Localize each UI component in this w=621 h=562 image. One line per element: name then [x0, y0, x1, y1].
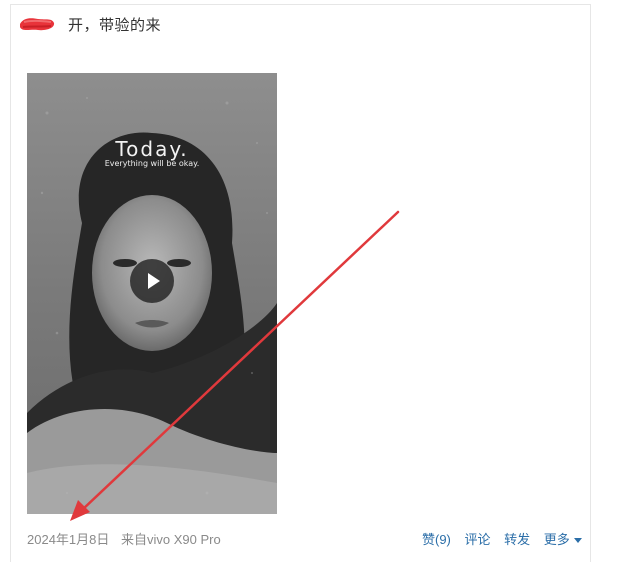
post-meta: 2024年1月8日 来自vivo X90 Pro [27, 529, 229, 548]
redacted-username [20, 18, 55, 31]
more-button[interactable]: 更多 [544, 529, 582, 548]
play-button[interactable] [130, 259, 174, 303]
more-label: 更多 [543, 532, 570, 547]
video-overlay-title: Today. [115, 137, 189, 161]
like-button[interactable]: 赞(9) [422, 529, 451, 548]
post-source: 来自vivo X90 Pro [121, 532, 221, 547]
play-icon [148, 273, 160, 289]
page: 开，带验的来 Today. Everything will be okay. 2… [0, 0, 621, 562]
post-actions: 赞(9) 评论 转发 更多 [422, 529, 592, 548]
post-text: 开，带验的来 [68, 17, 162, 34]
chevron-down-icon [573, 538, 582, 544]
repost-button[interactable]: 转发 [504, 529, 530, 548]
video-overlay-subtitle: Everything will be okay. [104, 159, 200, 168]
post-date[interactable]: 2024年1月8日 [27, 532, 109, 547]
comment-button[interactable]: 评论 [465, 529, 491, 548]
video-thumbnail[interactable]: Today. Everything will be okay. [27, 73, 277, 514]
